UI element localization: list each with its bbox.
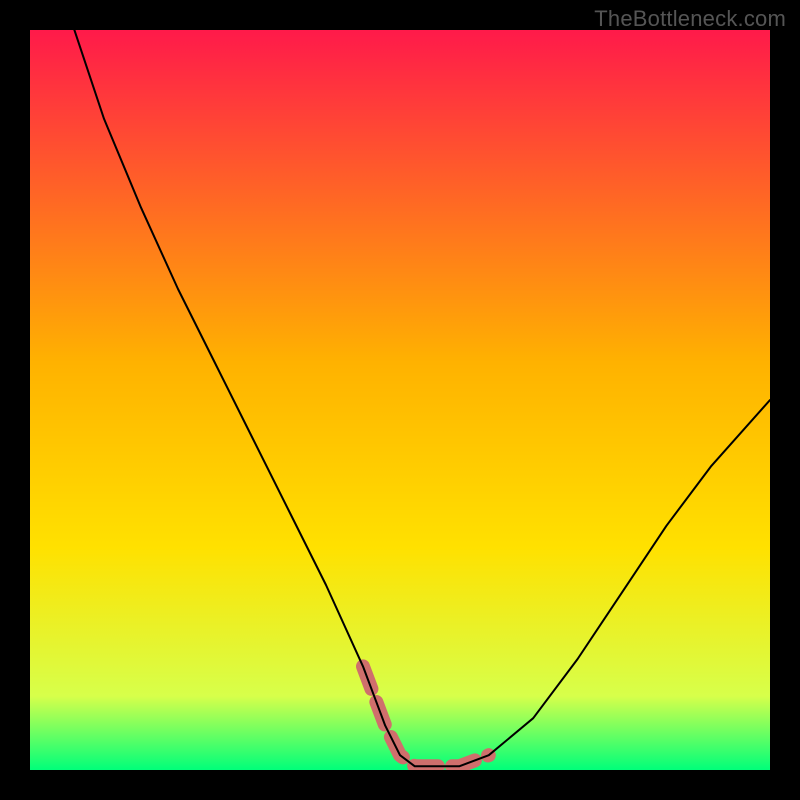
plot-area <box>30 30 770 770</box>
chart-frame: TheBottleneck.com <box>0 0 800 800</box>
watermark-text: TheBottleneck.com <box>594 6 786 32</box>
bottleneck-chart <box>30 30 770 770</box>
gradient-background <box>30 30 770 770</box>
